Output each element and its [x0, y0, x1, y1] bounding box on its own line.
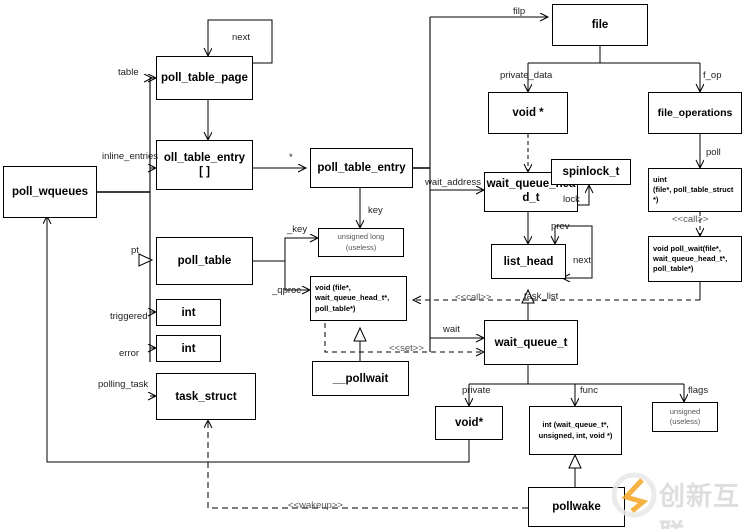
node-poll-table-page[interactable]: poll_table_page [156, 56, 253, 100]
node-label-line3: poll_table*) [315, 303, 356, 313]
node-label-line2: (useless) [345, 242, 377, 252]
node-label: wait_queue_t [494, 336, 568, 349]
node-label-line3: *) [653, 195, 659, 205]
edge-label-qproc: _qproc [272, 285, 302, 296]
node-label: list_head [503, 255, 554, 268]
node-label-line2: (file*, poll_table_struct [653, 184, 734, 194]
node-void-ptr[interactable]: void * [488, 92, 568, 134]
node-label-line1: oll_table_entry [163, 151, 246, 164]
node-label-line2: (useless) [669, 417, 701, 426]
diagram-canvas: poll_wqueues poll_table_page oll_table_e… [0, 0, 745, 529]
node-task-struct[interactable]: task_struct [156, 373, 256, 420]
node-poll-table-entry[interactable]: poll_table_entry [310, 148, 413, 188]
edge-label-lock: lock [563, 194, 580, 205]
edge-label-prev: prev [551, 221, 570, 232]
edge-label-next-list: next [573, 255, 591, 266]
node-label-line2: wait_queue_head_t*, [653, 253, 728, 263]
edge-label-wait-address: wait_address [425, 177, 481, 188]
edge-label-wakeup: <<wakeup>> [288, 500, 343, 511]
node-pollwake[interactable]: pollwake [528, 487, 625, 527]
node-poll-signature[interactable]: uint (file*, poll_table_struct *) [648, 168, 742, 212]
edge-label-poll: poll [706, 147, 721, 158]
node-poll-table[interactable]: poll_table [156, 237, 253, 285]
node-label: file [591, 19, 609, 31]
node-label-line1: void (file*, [315, 283, 351, 293]
node-label: int [181, 306, 196, 319]
edge-label-f-op: f_op [703, 70, 722, 81]
node-file-operations[interactable]: file_operations [648, 92, 742, 134]
edge-label-inline-entries: inline_entries [102, 151, 158, 162]
edge-label-star: * [289, 152, 293, 163]
edge-label-table: table [118, 67, 139, 78]
edge-label-error: error [119, 348, 140, 359]
node-unsigned-long-useless[interactable]: unsigned long (useless) [318, 228, 404, 257]
node-label-line2: unsigned, int, void *) [538, 430, 613, 440]
edge-label-set: <<set>> [389, 343, 424, 354]
edge-label-task-list: task_list [524, 291, 559, 302]
edge-label-triggered: triggered [110, 311, 148, 322]
node-label: __pollwait [332, 372, 389, 385]
edge-label-func: func [580, 385, 598, 396]
edge-label-polling-task: polling_task [98, 379, 149, 390]
node-label: int [181, 342, 196, 355]
node-label-line2: wait_queue_head_t*, [315, 293, 390, 303]
node-label: file_operations [657, 107, 733, 119]
node-unsigned-useless[interactable]: unsigned (useless) [652, 402, 718, 432]
node-pollwait[interactable]: __pollwait [312, 361, 409, 396]
node-wait-queue-t[interactable]: wait_queue_t [484, 320, 578, 365]
node-int-triggered[interactable]: int [156, 299, 221, 326]
node-poll-wqueues[interactable]: poll_wqueues [3, 166, 97, 218]
edge-label-call-middle: <<call>> [455, 292, 492, 303]
edge-label-wait: wait [443, 324, 460, 335]
node-label-line2: d_t [522, 192, 540, 204]
node-qproc-signature[interactable]: void (file*, wait_queue_head_t*, poll_ta… [310, 276, 407, 321]
edge-label-next-page: next [232, 32, 250, 43]
node-label: task_struct [175, 390, 237, 403]
node-label-line1: unsigned [669, 406, 701, 416]
node-label: poll_wqueues [11, 186, 89, 198]
edge-label-filp: filp [513, 6, 526, 17]
edge-label-private: private [462, 385, 491, 396]
node-label-line2: [ ] [199, 166, 210, 178]
node-label-line1: void poll_wait(file*, [653, 243, 721, 253]
node-label-line3: poll_table*) [653, 264, 694, 274]
diagram-edges [0, 0, 745, 509]
edge-label-pt: pt [131, 245, 139, 256]
edge-label-call-right: <<call>> [672, 214, 709, 225]
node-poll-table-entry-array[interactable]: oll_table_entry [ ] [156, 140, 253, 190]
node-func-signature[interactable]: int (wait_queue_t*, unsigned, int, void … [529, 406, 622, 455]
node-list-head[interactable]: list_head [491, 244, 566, 279]
node-label-line1: unsigned long [337, 232, 385, 242]
edge-label-private-data: private_data [500, 70, 553, 81]
node-label: poll_table [177, 255, 232, 267]
node-label: void* [454, 417, 484, 429]
node-label: void * [512, 107, 544, 119]
edge-label-key-left: _key [287, 224, 308, 235]
node-label-line1: int (wait_queue_t*, [542, 420, 609, 430]
node-label-line1: uint [653, 174, 667, 184]
node-label: spinlock_t [562, 166, 620, 178]
node-poll-wait-signature[interactable]: void poll_wait(file*, wait_queue_head_t*… [648, 236, 742, 282]
edge-label-key-down: key [368, 205, 383, 216]
node-spinlock-t[interactable]: spinlock_t [551, 159, 631, 185]
node-label: pollwake [552, 501, 601, 513]
node-label: poll_table_page [161, 72, 248, 84]
node-label: poll_table_entry [317, 162, 406, 174]
node-file[interactable]: file [552, 4, 648, 46]
node-int-error[interactable]: int [156, 335, 221, 362]
edge-label-flags: flags [688, 385, 709, 396]
node-void-ptr-private[interactable]: void* [435, 406, 503, 440]
